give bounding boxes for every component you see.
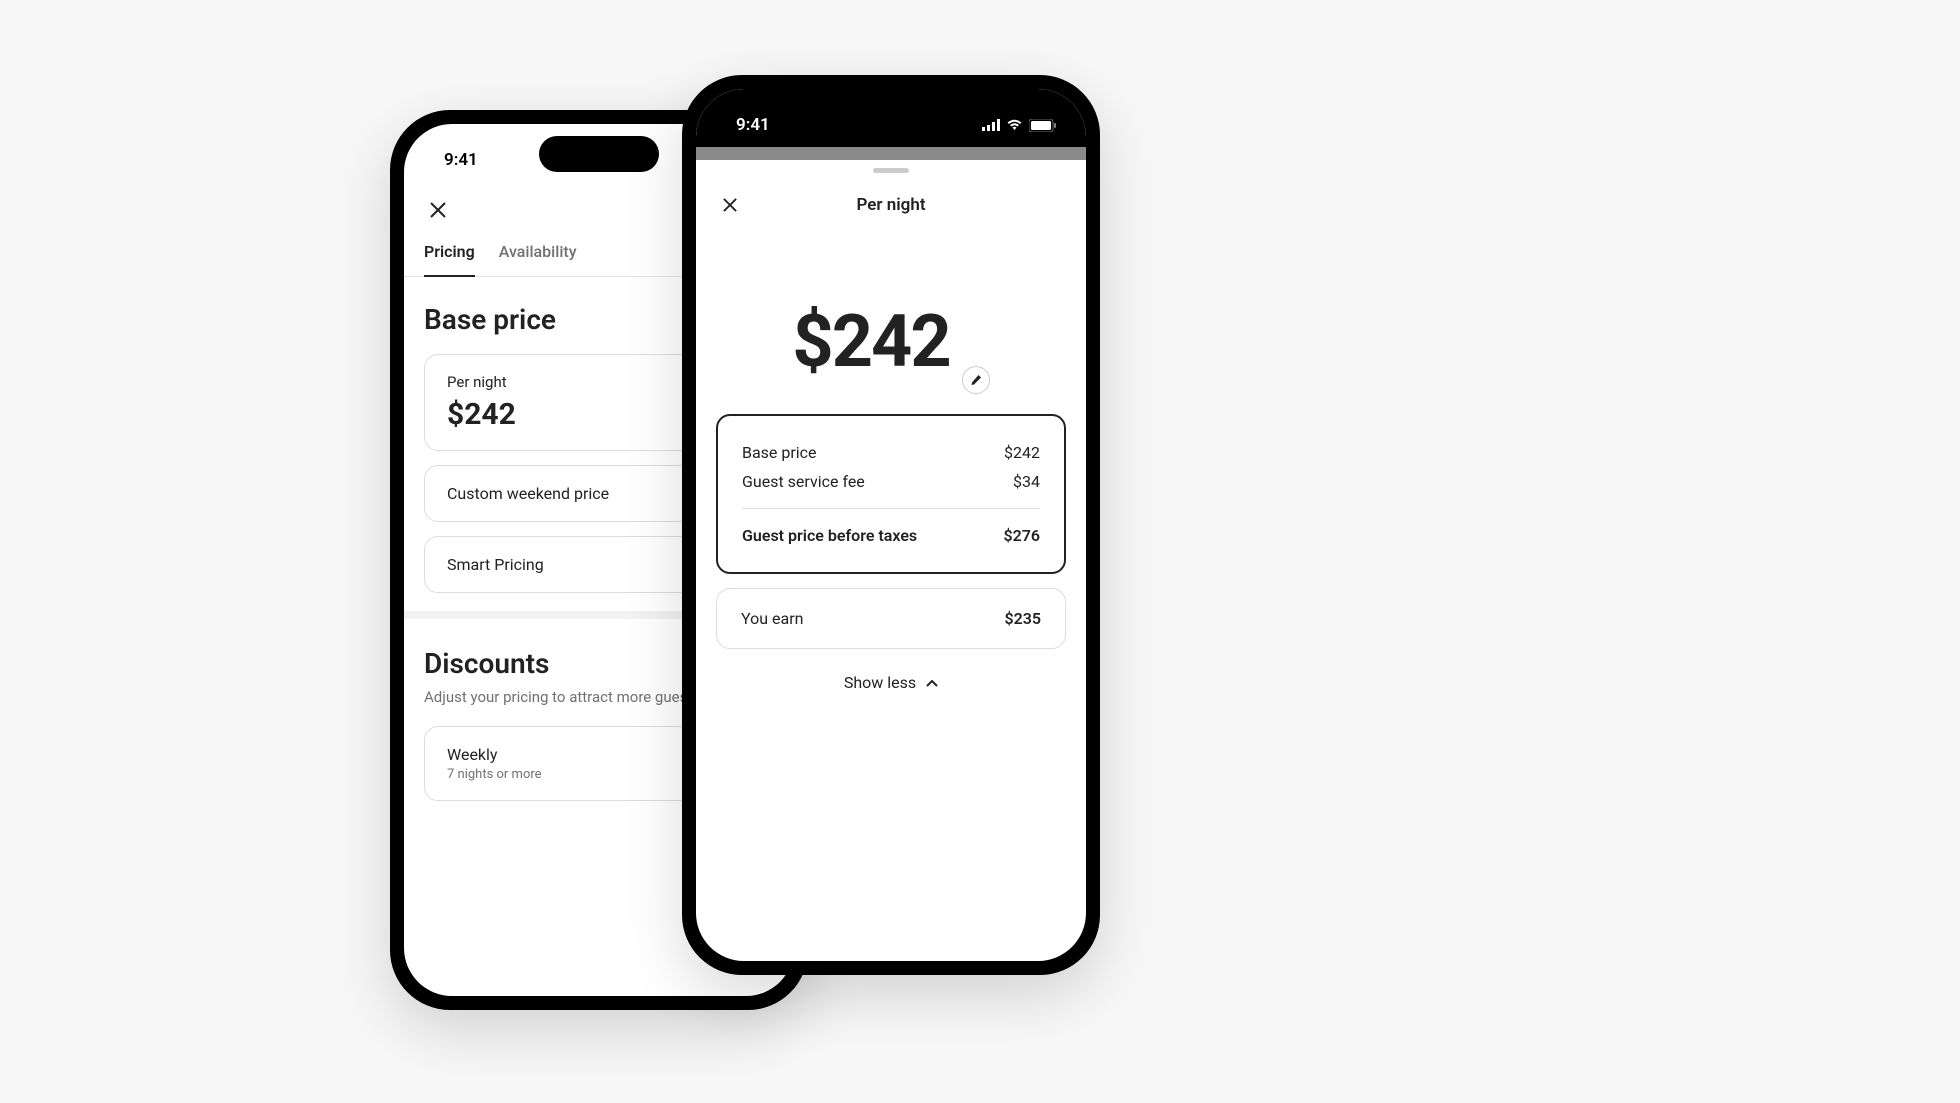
close-button[interactable] bbox=[424, 196, 452, 224]
status-time: 9:41 bbox=[444, 150, 478, 170]
status-bar: 9:41 bbox=[696, 89, 1086, 147]
sheet-handle-background bbox=[696, 147, 1086, 160]
show-less-label: Show less bbox=[844, 673, 916, 692]
sheet-title: Per night bbox=[856, 195, 925, 215]
you-earn-value: $235 bbox=[1004, 609, 1041, 628]
you-earn-label: You earn bbox=[741, 609, 803, 628]
breakdown-fee-label: Guest service fee bbox=[742, 472, 865, 491]
dynamic-island bbox=[539, 136, 659, 172]
cellular-signal-icon bbox=[982, 119, 1000, 131]
price-breakdown-card: Base price $242 Guest service fee $34 Gu… bbox=[716, 414, 1066, 574]
breakdown-base-label: Base price bbox=[742, 443, 817, 462]
breakdown-fee-row: Guest service fee $34 bbox=[742, 467, 1040, 496]
tab-pricing[interactable]: Pricing bbox=[424, 242, 475, 277]
breakdown-divider bbox=[742, 508, 1040, 509]
you-earn-card: You earn $235 bbox=[716, 588, 1066, 649]
big-price-section: $242 bbox=[696, 229, 1086, 414]
screen-header: Per night bbox=[696, 173, 1086, 229]
edit-price-button[interactable] bbox=[962, 366, 990, 394]
breakdown-fee-value: $34 bbox=[1013, 472, 1040, 491]
chevron-up-icon bbox=[926, 673, 938, 692]
close-button[interactable] bbox=[716, 191, 744, 219]
big-price: $242 bbox=[792, 299, 949, 384]
breakdown-total-value: $276 bbox=[1003, 526, 1040, 545]
breakdown-total-label: Guest price before taxes bbox=[742, 526, 917, 545]
pencil-icon bbox=[970, 374, 982, 386]
tab-availability[interactable]: Availability bbox=[499, 242, 577, 276]
phone-per-night-screen: 9:41 bbox=[682, 75, 1100, 975]
breakdown-total-row: Guest price before taxes $276 bbox=[742, 521, 1040, 550]
wifi-icon bbox=[1006, 119, 1023, 131]
status-time: 9:41 bbox=[736, 115, 770, 135]
show-less-toggle[interactable]: Show less bbox=[696, 673, 1086, 692]
breakdown-base-row: Base price $242 bbox=[742, 438, 1040, 467]
breakdown-base-value: $242 bbox=[1004, 443, 1040, 462]
battery-icon bbox=[1029, 119, 1056, 132]
